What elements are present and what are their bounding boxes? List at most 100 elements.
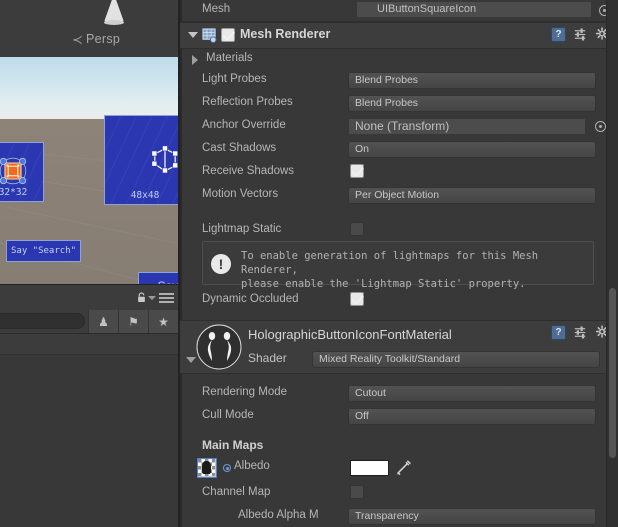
say-search-button[interactable]: Say "Search"	[6, 240, 81, 262]
shader-dropdown[interactable]: Mixed Reality Toolkit/Standard	[312, 351, 600, 368]
material-header-icons[interactable]: ?	[551, 325, 610, 340]
scene-gizmo-strip: ≺ Persp	[0, 0, 180, 57]
tag-filter-icon[interactable]: ⚑	[118, 310, 148, 333]
materials-foldout-row[interactable]: Materials	[180, 49, 618, 69]
node-graph-gizmo-icon	[151, 145, 179, 174]
persp-arrow-icon[interactable]: ≺	[72, 32, 83, 48]
help-icon[interactable]: ?	[551, 27, 566, 42]
albedo-alpha-dropdown[interactable]: Transparency	[348, 508, 596, 525]
shader-label: Shader	[248, 351, 287, 365]
reflection-probes-label: Reflection Probes	[202, 96, 293, 108]
scrollbar-thumb[interactable]	[609, 288, 616, 458]
lightmap-static-checkbox[interactable]	[350, 222, 364, 236]
reflection-probes-row[interactable]: Reflection Probes Blend Probes	[180, 92, 618, 115]
avatar-filter-icon[interactable]: ♟	[88, 310, 118, 333]
object-picker-icon[interactable]	[595, 121, 606, 132]
list-item[interactable]	[0, 334, 180, 355]
hamburger-menu-icon[interactable]	[159, 293, 174, 303]
texture-thumbnail[interactable]	[197, 458, 217, 478]
hierarchy-toolbar[interactable]	[0, 284, 180, 311]
albedo-alpha-label: Albedo Alpha M	[238, 509, 319, 521]
mesh-object-field[interactable]: UIButtonSquareIcon	[356, 1, 592, 18]
inspector-panel[interactable]: Mesh UIButtonSquareIcon Mesh Renderer ?	[180, 0, 618, 527]
lock-icon[interactable]	[137, 292, 146, 303]
component-header-icons[interactable]: ?	[551, 27, 610, 42]
chevron-down-icon[interactable]	[148, 296, 156, 300]
albedo-alpha-value[interactable]: Transparency	[348, 508, 596, 525]
help-icon[interactable]: ?	[551, 325, 566, 340]
light-probes-row[interactable]: Light Probes Blend Probes	[180, 69, 618, 92]
holographic-button-32[interactable]: 32*32	[0, 142, 44, 202]
hierarchy-list[interactable]	[0, 333, 180, 527]
cast-shadows-row[interactable]: Cast Shadows On	[180, 138, 618, 161]
albedo-row[interactable]: Albedo	[180, 456, 618, 481]
holographic-button-48[interactable]: 48x48	[104, 115, 180, 205]
search-input[interactable]	[0, 313, 85, 329]
scene-view-panel[interactable]: ≺ Persp 32*32 48x48 Say "Search" ♟ ⚑ ★	[0, 0, 180, 527]
inspector-scrollbar[interactable]	[606, 0, 618, 527]
dynamic-occluded-checkbox[interactable]	[350, 292, 364, 306]
button-caption: 48x48	[130, 190, 160, 201]
rendering-mode-dropdown[interactable]: Cutout	[348, 385, 596, 402]
hierarchy-search-row[interactable]: ♟ ⚑ ★	[0, 310, 180, 333]
preset-icon[interactable]	[573, 27, 588, 42]
motion-vectors-dropdown[interactable]: Per Object Motion	[348, 187, 596, 204]
helpbox-line-1: To enable generation of lightmaps for th…	[241, 250, 539, 276]
view-cone-icon[interactable]	[104, 0, 124, 25]
receive-shadows-label: Receive Shadows	[202, 165, 295, 177]
material-preview-sphere[interactable]	[196, 324, 242, 370]
cast-shadows-dropdown[interactable]: On	[348, 141, 596, 158]
main-maps-section: Main Maps	[180, 434, 618, 456]
channel-map-checkbox[interactable]	[350, 485, 364, 499]
albedo-alpha-row[interactable]: Albedo Alpha M Transparency	[180, 505, 618, 527]
cull-mode-label: Cull Mode	[202, 409, 254, 421]
texture-figure	[202, 461, 211, 474]
light-probes-dropdown[interactable]: Blend Probes	[348, 72, 596, 89]
light-probes-value[interactable]: Blend Probes	[348, 72, 596, 89]
anchor-override-value[interactable]: None (Transform)	[348, 118, 586, 135]
reflection-probes-value[interactable]: Blend Probes	[348, 95, 596, 112]
cull-mode-value[interactable]: Off	[348, 408, 596, 425]
helpbox-text: To enable generation of lightmaps for th…	[241, 249, 587, 291]
cull-mode-row[interactable]: Cull Mode Off	[180, 405, 618, 428]
anchor-override-row[interactable]: Anchor Override None (Transform)	[180, 115, 618, 138]
albedo-color-swatch[interactable]	[350, 460, 389, 476]
receive-shadows-row[interactable]: Receive Shadows	[180, 161, 618, 184]
receive-shadows-checkbox[interactable]	[350, 164, 364, 178]
anchor-override-object-field[interactable]: None (Transform)	[348, 118, 586, 135]
mesh-object-value[interactable]: UIButtonSquareIcon	[356, 1, 592, 18]
foldout-arrow-icon[interactable]	[188, 32, 198, 38]
mesh-row[interactable]: Mesh UIButtonSquareIcon	[180, 0, 618, 21]
preset-icon[interactable]	[573, 325, 588, 340]
favorite-filter-icon[interactable]: ★	[148, 310, 178, 333]
mesh-renderer-enabled-checkbox[interactable]	[221, 28, 235, 42]
lightmap-static-row[interactable]: Lightmap Static	[180, 219, 618, 242]
lightmap-helpbox: ! To enable generation of lightmaps for …	[202, 241, 594, 290]
material-foldout-arrow-icon[interactable]	[186, 357, 196, 363]
cull-mode-dropdown[interactable]: Off	[348, 408, 596, 425]
material-preview-figures-icon	[196, 324, 242, 370]
motion-vectors-label: Motion Vectors	[202, 188, 279, 200]
say-button-2[interactable]: Say	[138, 272, 180, 284]
dynamic-occluded-row[interactable]: Dynamic Occluded	[180, 288, 618, 312]
cast-shadows-value[interactable]: On	[348, 141, 596, 158]
channel-map-row[interactable]: Channel Map	[180, 481, 618, 505]
scene-viewport[interactable]: 32*32 48x48 Say "Search" Say	[0, 57, 180, 284]
anchor-override-label: Anchor Override	[202, 119, 286, 131]
mesh-renderer-header[interactable]: Mesh Renderer ?	[180, 22, 618, 49]
eyedropper-icon[interactable]	[395, 458, 413, 476]
motion-vectors-row[interactable]: Motion Vectors Per Object Motion	[180, 184, 618, 207]
reflection-probes-dropdown[interactable]: Blend Probes	[348, 95, 596, 112]
material-header[interactable]: HolographicButtonIconFontMaterial Shader…	[180, 320, 618, 374]
albedo-property-toggle-icon[interactable]	[223, 464, 231, 472]
perspective-label[interactable]: Persp	[86, 32, 120, 46]
rendering-mode-value[interactable]: Cutout	[348, 385, 596, 402]
dynamic-occluded-label: Dynamic Occluded	[202, 293, 299, 305]
mesh-renderer-component-icon	[202, 28, 217, 43]
foldout-arrow-icon[interactable]	[192, 55, 198, 65]
motion-vectors-value[interactable]: Per Object Motion	[348, 187, 596, 204]
rendering-mode-row[interactable]: Rendering Mode Cutout	[180, 382, 618, 405]
mesh-renderer-title: Mesh Renderer	[240, 27, 331, 41]
